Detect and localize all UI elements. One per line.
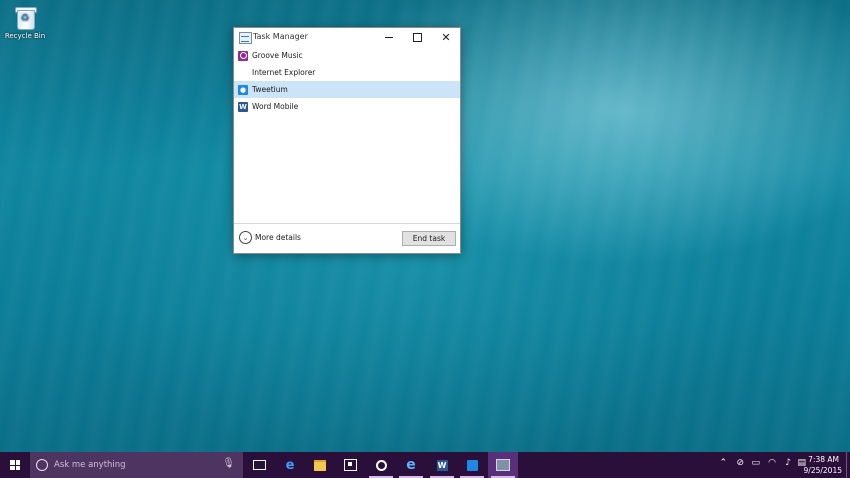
recycle-bin-label: Recycle Bin xyxy=(4,32,46,40)
task-view-icon xyxy=(252,460,266,470)
app-name: Groove Music xyxy=(252,51,303,60)
word-mobile-icon xyxy=(238,101,248,112)
app-name: Tweetium xyxy=(252,85,288,94)
groove-music-icon xyxy=(375,459,387,471)
more-details-link[interactable]: More details xyxy=(255,233,301,242)
internet-explorer-icon: e xyxy=(240,68,246,77)
window-title: Task Manager xyxy=(253,32,308,41)
recycle-bin[interactable]: ♻ Recycle Bin xyxy=(3,4,47,40)
footer: ⌄ More details End task xyxy=(234,224,460,253)
store-button[interactable] xyxy=(335,452,365,478)
task-manager-icon xyxy=(239,32,252,44)
groove-music-button[interactable] xyxy=(366,452,396,478)
show-desktop-button[interactable] xyxy=(846,452,850,478)
task-manager-window: Task Manager ✕ Groove Music e Internet E… xyxy=(233,27,461,254)
chevron-down-icon[interactable]: ⌄ xyxy=(239,231,252,244)
maximize-button[interactable] xyxy=(403,28,431,47)
word-mobile-button[interactable]: W xyxy=(427,452,457,478)
search-placeholder: Ask me anything xyxy=(54,460,126,470)
list-item-selected[interactable]: ● Tweetium xyxy=(234,81,460,98)
title-bar[interactable]: Task Manager ✕ xyxy=(234,28,460,47)
list-item[interactable]: Word Mobile xyxy=(234,98,460,115)
volume-icon[interactable]: ♪ xyxy=(785,458,791,468)
minimize-icon xyxy=(385,37,393,38)
file-explorer-button[interactable] xyxy=(305,452,335,478)
list-item[interactable]: e Internet Explorer xyxy=(234,64,460,81)
edge-icon: e xyxy=(285,457,295,473)
store-icon xyxy=(343,459,357,471)
tweetium-icon xyxy=(466,459,478,471)
clock-time[interactable]: 7:38 AM xyxy=(808,455,839,464)
app-name: Internet Explorer xyxy=(252,68,316,77)
internet-explorer-icon: e xyxy=(406,457,416,473)
tweetium-button[interactable] xyxy=(457,452,487,478)
app-name: Word Mobile xyxy=(252,102,299,111)
network-status-icon[interactable]: ⊘ xyxy=(736,458,744,468)
edge-button[interactable]: e xyxy=(275,452,305,478)
clock-date[interactable]: 9/25/2015 xyxy=(804,466,842,475)
folder-icon xyxy=(314,459,326,471)
minimize-button[interactable] xyxy=(375,28,403,47)
close-button[interactable]: ✕ xyxy=(432,28,460,47)
windows-icon xyxy=(10,460,20,470)
taskbar: Ask me anything 🎙 e e W ⌃ ⊘ ▭ ◠ ♪ ▤ 7:38… xyxy=(0,452,850,478)
tweetium-icon: ● xyxy=(238,84,248,95)
app-list: Groove Music e Internet Explorer ● Tweet… xyxy=(234,47,460,223)
task-manager-button[interactable] xyxy=(488,452,518,478)
list-item[interactable]: Groove Music xyxy=(234,47,460,64)
internet-explorer-button[interactable]: e xyxy=(396,452,426,478)
wifi-icon[interactable]: ◠ xyxy=(768,458,776,468)
close-icon: ✕ xyxy=(441,31,451,44)
microphone-icon[interactable]: 🎙 xyxy=(222,458,235,469)
start-button[interactable] xyxy=(0,452,30,478)
search-box[interactable]: Ask me anything 🎙 xyxy=(30,452,243,478)
groove-music-icon xyxy=(238,50,248,61)
end-task-button[interactable]: End task xyxy=(402,231,456,246)
task-view-button[interactable] xyxy=(244,452,274,478)
chevron-up-icon[interactable]: ⌃ xyxy=(719,458,727,468)
maximize-icon xyxy=(412,33,422,42)
recycle-bin-icon: ♻ xyxy=(13,4,37,30)
task-manager-icon xyxy=(496,459,510,471)
cortana-icon xyxy=(36,459,48,471)
battery-icon[interactable]: ▭ xyxy=(751,458,760,468)
word-icon: W xyxy=(436,459,448,471)
system-tray: ⌃ ⊘ ▭ ◠ ♪ ▤ 7:38 AM 9/25/2015 xyxy=(710,452,850,478)
